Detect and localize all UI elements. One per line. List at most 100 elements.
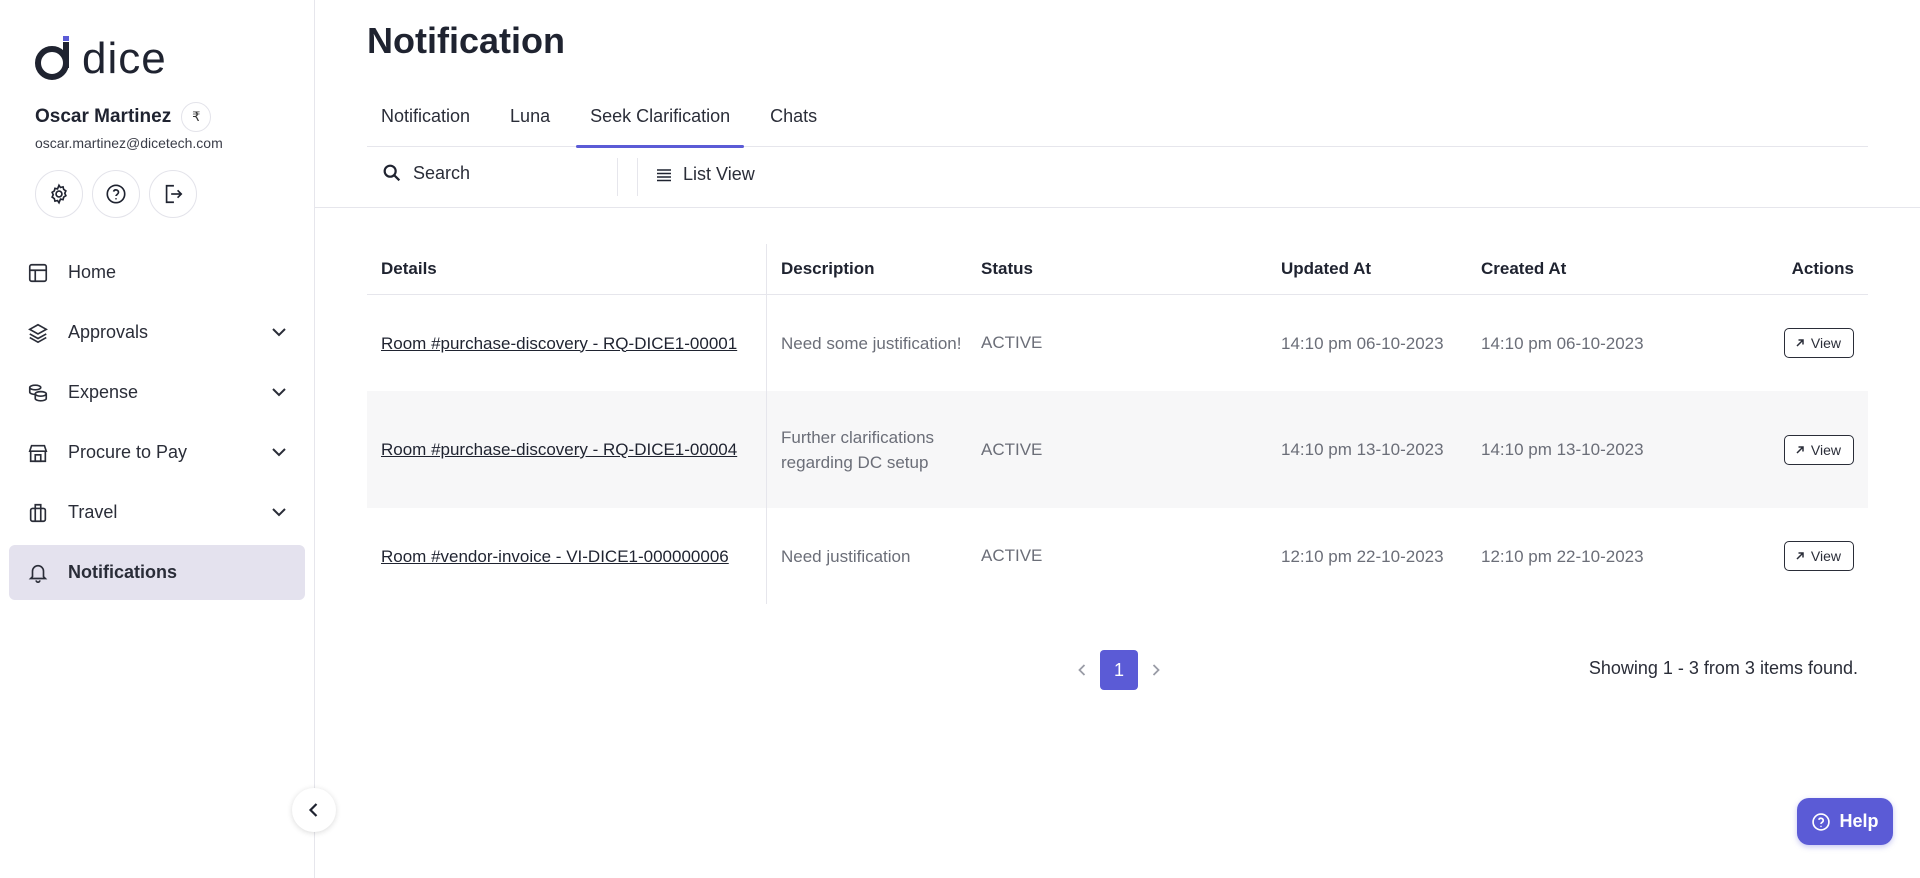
- dice-logo[interactable]: dice: [34, 36, 167, 82]
- store-icon: [26, 441, 50, 465]
- chevron-left-icon: [308, 803, 318, 817]
- room-link[interactable]: Room #purchase-discovery - RQ-DICE1-0000…: [367, 331, 767, 356]
- bell-icon: [26, 561, 50, 585]
- quick-actions: [35, 170, 197, 218]
- help-button[interactable]: Help: [1797, 798, 1893, 845]
- room-link[interactable]: Room #vendor-invoice - VI-DICE1-00000000…: [367, 544, 767, 569]
- logout-icon: [165, 184, 183, 204]
- logout-button[interactable]: [149, 170, 197, 218]
- collapse-sidebar-button[interactable]: [292, 788, 336, 832]
- chevron-left-icon: [1078, 664, 1086, 676]
- row-description: Need some justification!: [781, 333, 962, 353]
- arrow-up-right-icon: [1796, 339, 1804, 347]
- chevron-down-icon[interactable]: [269, 442, 289, 462]
- row-updated-at: 14:10 pm 06-10-2023: [1281, 333, 1444, 353]
- row-description: Need justification: [781, 546, 911, 566]
- main-nav: Home Approvals Expense Procure to Pay Tr…: [9, 245, 305, 605]
- header-actions: Actions: [1791, 259, 1854, 278]
- chevron-right-icon: [1152, 664, 1160, 676]
- tab-notification[interactable]: Notification: [367, 96, 484, 147]
- help-circle-icon: [1812, 812, 1831, 831]
- nav-item-home[interactable]: Home: [9, 245, 305, 300]
- brand-name: dice: [82, 34, 167, 83]
- nav-label: Notifications: [68, 562, 178, 582]
- luggage-icon: [26, 501, 50, 525]
- sidebar: dice Oscar Martinez ₹ oscar.martinez@dic…: [0, 0, 315, 878]
- row-status: ACTIVE: [981, 439, 1043, 459]
- row-updated-at: 14:10 pm 13-10-2023: [1281, 440, 1444, 459]
- clarification-table: Details Description Status Updated At Cr…: [367, 244, 1868, 604]
- list-view-label: List View: [683, 164, 755, 184]
- header-status: Status: [981, 259, 1033, 278]
- tab-luna[interactable]: Luna: [496, 96, 564, 147]
- table-row: Room #vendor-invoice - VI-DICE1-00000000…: [367, 508, 1868, 604]
- row-description: Further clarifications regarding DC setu…: [781, 427, 935, 472]
- toolbar: List View: [315, 148, 1920, 208]
- column-divider: [766, 244, 767, 604]
- layers-icon: [26, 321, 50, 345]
- table-header: Details Description Status Updated At Cr…: [367, 244, 1868, 295]
- nav-label: Expense: [68, 382, 139, 402]
- view-button[interactable]: View: [1783, 541, 1854, 571]
- header-created-at: Created At: [1481, 259, 1567, 278]
- row-created-at: 14:10 pm 13-10-2023: [1481, 440, 1644, 459]
- help-circle-icon: [106, 184, 126, 204]
- view-button[interactable]: View: [1783, 328, 1854, 358]
- search-input[interactable]: [413, 162, 593, 184]
- row-created-at: 12:10 pm 22-10-2023: [1481, 546, 1644, 566]
- prev-page-button[interactable]: [1074, 660, 1090, 680]
- chevron-down-icon[interactable]: [269, 502, 289, 522]
- tab-seek-clarification[interactable]: Seek Clarification: [576, 96, 745, 148]
- coins-icon: [26, 381, 50, 405]
- row-actions: View: [1717, 328, 1868, 358]
- arrow-up-right-icon: [1796, 445, 1804, 454]
- tab-chats[interactable]: Chats: [756, 96, 831, 147]
- nav-label: Approvals: [68, 322, 149, 342]
- row-status: ACTIVE: [981, 333, 1043, 352]
- toolbar-divider: [637, 158, 638, 196]
- nav-item-expense[interactable]: Expense: [9, 365, 305, 420]
- layout-icon: [26, 261, 50, 285]
- list-view-toggle[interactable]: List View: [655, 164, 755, 185]
- tab-bar: Notification Luna Seek Clarification Cha…: [367, 96, 1868, 148]
- view-button-label: View: [1810, 335, 1841, 351]
- row-status: ACTIVE: [981, 546, 1043, 565]
- help-center-button[interactable]: [92, 170, 140, 218]
- header-details: Details: [381, 259, 437, 278]
- nav-label: Travel: [68, 502, 118, 522]
- view-button-label: View: [1810, 548, 1841, 564]
- user-name: Oscar Martinez: [35, 106, 172, 127]
- nav-item-procure-to-pay[interactable]: Procure to Pay: [9, 425, 305, 480]
- currency-badge[interactable]: ₹: [181, 102, 212, 132]
- nav-label: Home: [68, 262, 117, 282]
- view-button-label: View: [1810, 441, 1841, 458]
- chevron-down-icon[interactable]: [269, 382, 289, 402]
- help-button-label: Help: [1839, 811, 1879, 831]
- row-actions: View: [1717, 541, 1868, 571]
- user-header: Oscar Martinez ₹: [35, 102, 212, 132]
- pagination-summary: Showing 1 - 3 from 3 items found.: [1588, 658, 1858, 678]
- settings-button[interactable]: [35, 170, 83, 218]
- table-row: Room #purchase-discovery - RQ-DICE1-0000…: [367, 391, 1868, 508]
- next-page-button[interactable]: [1148, 660, 1164, 680]
- row-actions: View: [1717, 434, 1868, 465]
- room-link[interactable]: Room #purchase-discovery - RQ-DICE1-0000…: [367, 437, 767, 462]
- nav-item-notifications[interactable]: Notifications: [9, 545, 305, 600]
- row-updated-at: 12:10 pm 22-10-2023: [1281, 546, 1444, 566]
- page-title: Notification: [367, 20, 565, 61]
- view-button[interactable]: View: [1783, 434, 1854, 465]
- nav-label: Procure to Pay: [68, 442, 188, 462]
- table-row: Room #purchase-discovery - RQ-DICE1-0000…: [367, 295, 1868, 391]
- gear-icon: [51, 183, 67, 205]
- toolbar-divider: [617, 158, 618, 196]
- nav-item-travel[interactable]: Travel: [9, 485, 305, 540]
- header-description: Description: [781, 259, 875, 278]
- list-icon: [657, 168, 671, 181]
- page-number-button[interactable]: 1: [1100, 650, 1138, 690]
- nav-item-approvals[interactable]: Approvals: [9, 305, 305, 360]
- search-box: [381, 162, 593, 184]
- header-updated-at: Updated At: [1281, 259, 1372, 278]
- user-email: oscar.martinez@dicetech.com: [35, 135, 223, 151]
- pagination: 1: [1074, 650, 1164, 690]
- chevron-down-icon[interactable]: [269, 322, 289, 342]
